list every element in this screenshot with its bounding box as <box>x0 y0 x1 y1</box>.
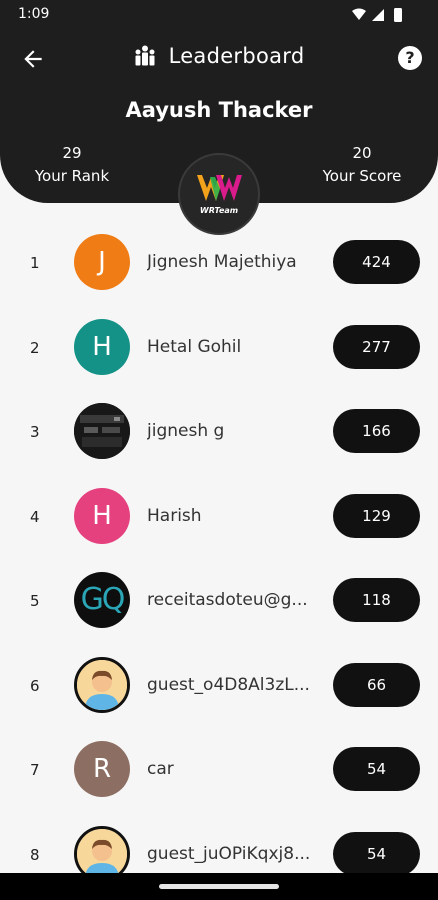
leaderboard-row[interactable]: 1 J Jignesh Majethiya 424 <box>0 220 438 305</box>
your-score-value: 20 <box>352 144 372 162</box>
leaderboard-list: 1 J Jignesh Majethiya 424 2 H Hetal Gohil 277 3 j… <box>0 220 438 896</box>
row-rank: 4 <box>30 507 40 526</box>
page-title: Leaderboard <box>168 44 305 68</box>
photo-avatar-icon <box>74 403 130 459</box>
player-name: Harish <box>147 505 202 526</box>
avatar: H <box>74 318 130 375</box>
score-badge: 118 <box>333 578 420 622</box>
leaderboard-row[interactable]: 7 Rcar 54 <box>0 727 438 812</box>
score-badge: 54 <box>333 831 420 876</box>
help-icon[interactable]: ? <box>398 46 422 70</box>
row-rank: 2 <box>30 338 40 357</box>
score-badge: 166 <box>333 409 420 453</box>
avatar <box>74 656 130 713</box>
score-badge: 66 <box>333 662 420 707</box>
your-rank: 29 Your Rank <box>12 142 132 188</box>
avatar: GQ <box>74 572 130 628</box>
player-name: jignesh g <box>147 421 225 441</box>
row-rank: 6 <box>30 676 40 695</box>
player-name: car <box>147 759 174 779</box>
current-user-name: Aayush Thacker <box>125 98 313 122</box>
status-icons <box>352 8 402 22</box>
status-bar: 1:09 <box>0 0 438 30</box>
leaderboard-row[interactable]: 2 H Hetal Gohil 277 <box>0 305 438 390</box>
avatar: J <box>74 234 130 290</box>
wifi-icon <box>352 8 366 20</box>
player-name: Jignesh Majethiya <box>147 252 297 272</box>
player-name: guest_o4D8Al3zL... <box>147 674 310 695</box>
avatar: H <box>74 487 130 544</box>
score-badge: 424 <box>333 240 420 284</box>
leaderboard-people-icon <box>135 45 155 66</box>
guest-avatar-icon <box>77 659 127 710</box>
score-badge: 277 <box>333 324 420 369</box>
row-rank: 5 <box>30 592 40 610</box>
your-score: 20 Your Score <box>302 142 422 188</box>
status-time: 1:09 <box>18 6 50 22</box>
score-badge: 54 <box>333 747 420 791</box>
guest-avatar-icon <box>77 828 127 879</box>
player-name: guest_juOPiKqxj8... <box>147 843 311 864</box>
signal-icon <box>372 9 384 21</box>
leaderboard-row[interactable]: 3 jignesh g 166 <box>0 389 438 474</box>
row-rank: 7 <box>30 761 40 779</box>
your-rank-value: 29 <box>62 144 82 162</box>
home-handle[interactable] <box>159 884 279 889</box>
leaderboard-row[interactable]: 5 GQ receitasdoteu@g... 118 <box>0 558 438 643</box>
leaderboard-row[interactable]: 4 H Harish 129 <box>0 474 438 559</box>
battery-icon <box>394 8 402 22</box>
row-rank: 1 <box>30 254 40 272</box>
app-title-container: Leaderboard <box>0 44 438 74</box>
row-rank: 3 <box>30 423 40 441</box>
your-score-label: Your Score <box>322 167 402 185</box>
avatar <box>74 403 130 459</box>
row-rank: 8 <box>30 845 40 864</box>
leaderboard-row[interactable]: 6 guest_o4D8Al3zL... 66 <box>0 643 438 728</box>
player-name: receitasdoteu@g... <box>147 590 308 610</box>
score-badge: 129 <box>333 493 420 538</box>
your-rank-label: Your Rank <box>34 167 110 185</box>
logo-text: WRTeam <box>199 206 239 215</box>
player-name: Hetal Gohil <box>147 336 242 357</box>
avatar: R <box>74 741 130 797</box>
navigation-bar <box>0 873 438 900</box>
